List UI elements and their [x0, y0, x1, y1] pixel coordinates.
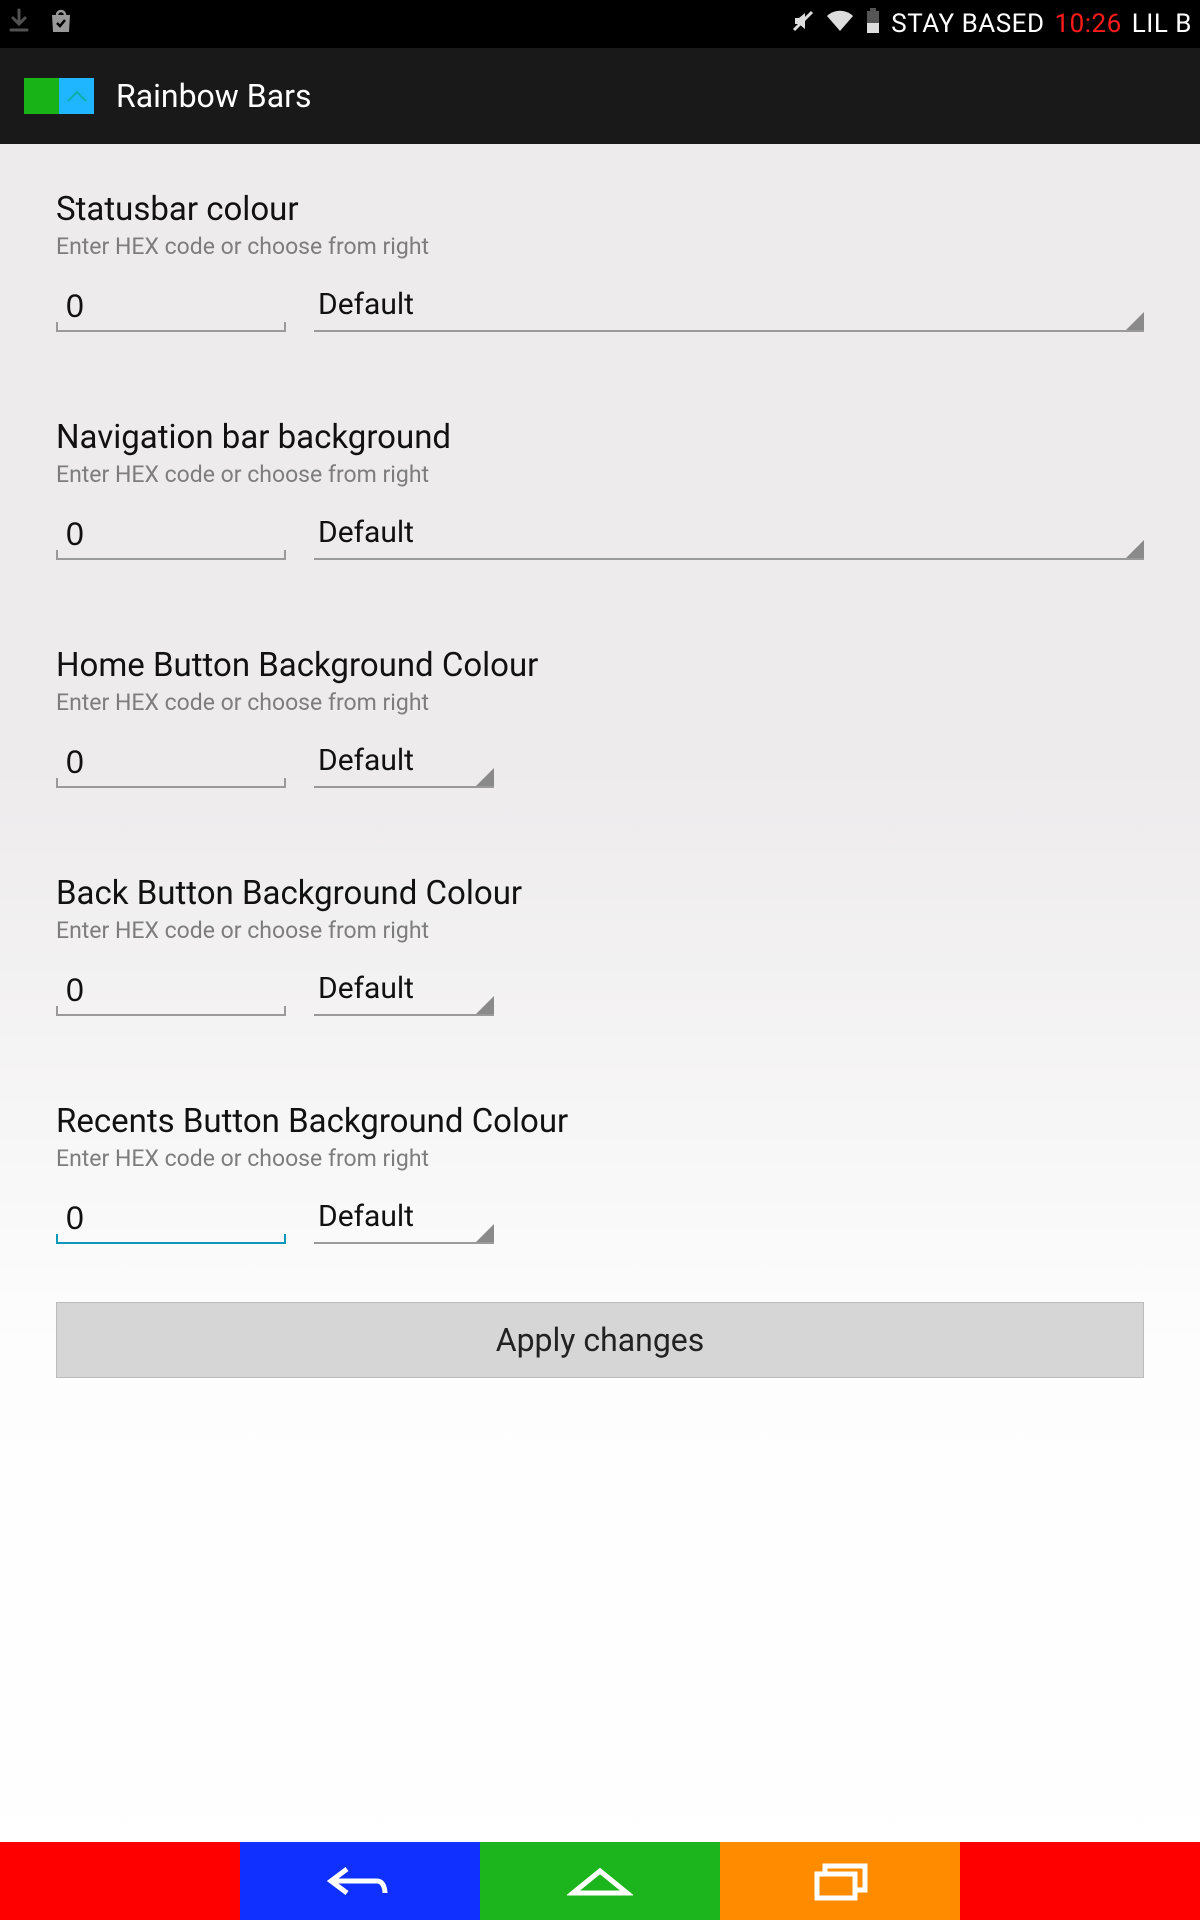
section-home-button-bg: Home Button Background Colour Enter HEX …: [56, 618, 1144, 788]
battery-icon: [865, 8, 881, 41]
spinner-handle-icon: [476, 996, 494, 1014]
nav-seg-left: [0, 1842, 240, 1920]
app-action-bar: Rainbow Bars: [0, 48, 1200, 144]
system-status-bar: STAY BASED 10:26 LIL B: [0, 0, 1200, 48]
nav-home-button[interactable]: [480, 1842, 720, 1920]
hex-input-wrap: [56, 510, 286, 560]
spinner-handle-icon: [476, 1224, 494, 1242]
mute-icon: [791, 9, 815, 40]
hex-input-wrap: [56, 738, 286, 788]
spinner-value: Default: [318, 743, 414, 778]
app-icon: [24, 78, 94, 114]
section-title: Back Button Background Colour: [56, 874, 1144, 913]
spinner-value: Default: [318, 1199, 414, 1234]
section-title: Recents Button Background Colour: [56, 1102, 1144, 1141]
hex-input-wrap: [56, 1194, 286, 1244]
status-text-before: STAY BASED: [891, 9, 1044, 39]
section-subtitle: Enter HEX code or choose from right: [56, 917, 1144, 944]
recents-colour-spinner[interactable]: Default: [314, 1194, 494, 1244]
section-navbar-bg: Navigation bar background Enter HEX code…: [56, 390, 1144, 560]
statusbar-colour-spinner[interactable]: Default: [314, 282, 1144, 332]
spinner-handle-icon: [1126, 312, 1144, 330]
wifi-icon: [825, 9, 855, 40]
recents-icon: [809, 1860, 871, 1902]
shopping-bag-icon: [48, 8, 74, 41]
spinner-handle-icon: [476, 768, 494, 786]
section-subtitle: Enter HEX code or choose from right: [56, 689, 1144, 716]
status-text-after: LIL B: [1132, 9, 1192, 39]
download-icon: [8, 8, 30, 41]
status-right: STAY BASED 10:26 LIL B: [791, 8, 1192, 41]
section-subtitle: Enter HEX code or choose from right: [56, 1145, 1144, 1172]
navbar-colour-spinner[interactable]: Default: [314, 510, 1144, 560]
status-time: 10:26: [1055, 9, 1122, 39]
section-title: Statusbar colour: [56, 190, 1144, 229]
main-content: Statusbar colour Enter HEX code or choos…: [0, 144, 1200, 1842]
section-title: Navigation bar background: [56, 418, 1144, 457]
back-icon: [321, 1861, 399, 1901]
section-statusbar-colour: Statusbar colour Enter HEX code or choos…: [56, 162, 1144, 332]
section-recents-button-bg: Recents Button Background Colour Enter H…: [56, 1074, 1144, 1244]
navbar-hex-input[interactable]: [56, 510, 286, 560]
section-subtitle: Enter HEX code or choose from right: [56, 461, 1144, 488]
apply-changes-button[interactable]: Apply changes: [56, 1302, 1144, 1378]
back-hex-input[interactable]: [56, 966, 286, 1016]
section-back-button-bg: Back Button Background Colour Enter HEX …: [56, 846, 1144, 1016]
nav-back-button[interactable]: [240, 1842, 480, 1920]
spinner-value: Default: [318, 971, 414, 1006]
home-colour-spinner[interactable]: Default: [314, 738, 494, 788]
section-subtitle: Enter HEX code or choose from right: [56, 233, 1144, 260]
home-hex-input[interactable]: [56, 738, 286, 788]
nav-seg-right: [960, 1842, 1200, 1920]
hex-input-wrap: [56, 966, 286, 1016]
recents-hex-input[interactable]: [56, 1194, 286, 1244]
section-title: Home Button Background Colour: [56, 646, 1144, 685]
nav-recents-button[interactable]: [720, 1842, 960, 1920]
back-colour-spinner[interactable]: Default: [314, 966, 494, 1016]
home-icon: [567, 1861, 633, 1901]
spinner-handle-icon: [1126, 540, 1144, 558]
status-left-icons: [8, 8, 74, 41]
app-title: Rainbow Bars: [116, 77, 311, 115]
statusbar-hex-input[interactable]: [56, 282, 286, 332]
navigation-bar: [0, 1842, 1200, 1920]
spinner-value: Default: [318, 515, 414, 550]
spinner-value: Default: [318, 287, 414, 322]
apply-label: Apply changes: [496, 1321, 705, 1359]
hex-input-wrap: [56, 282, 286, 332]
